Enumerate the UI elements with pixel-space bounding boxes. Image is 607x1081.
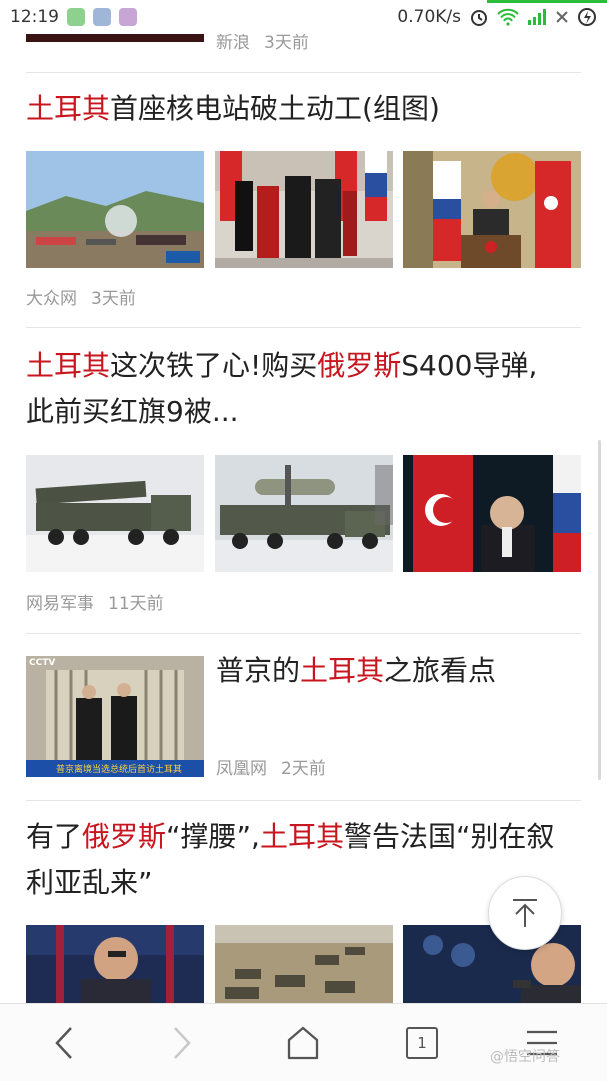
tabs-icon: 1 [406, 1027, 438, 1059]
article-thumbnail[interactable] [26, 455, 204, 572]
time-label: 2天前 [281, 759, 326, 779]
title-text: 此前买红旗9被... [26, 395, 239, 428]
time-label: 3天前 [264, 33, 309, 53]
article-title[interactable]: 普京的土耳其之旅看点 [216, 648, 586, 694]
title-text: “撑腰”, [166, 820, 260, 853]
home-button[interactable] [273, 1018, 333, 1068]
source-label: 网易军事 [26, 594, 94, 614]
wifi-icon [497, 8, 519, 26]
source-label: 大众网 [26, 289, 77, 309]
title-highlight: 俄罗斯 [317, 349, 402, 382]
status-bar: 12:19 0.70K/s [0, 0, 607, 34]
partial-thumbnail[interactable] [26, 34, 204, 42]
signal-icon [528, 9, 546, 25]
article-thumbnail[interactable] [215, 151, 393, 268]
scrollbar[interactable] [598, 440, 601, 780]
article-meta: 大众网 3天前 [26, 284, 136, 309]
home-icon [287, 1026, 319, 1060]
title-text: 这次铁了心!购买 [110, 349, 318, 382]
article-title[interactable]: 土耳其首座核电站破土动工(组图) [26, 86, 586, 132]
divider [26, 72, 581, 73]
channel-logo: CCTV [29, 658, 56, 668]
notification-app-icon [119, 8, 137, 26]
scroll-to-top-button[interactable] [488, 876, 562, 950]
status-indicators: 0.70K/s [397, 0, 597, 34]
title-highlight: 土耳其 [26, 92, 111, 125]
time-label: 11天前 [108, 594, 164, 614]
back-button[interactable] [34, 1018, 94, 1068]
title-highlight: 土耳其 [259, 820, 344, 853]
thumbnail-caption: 普京离境当选总统后首访土耳其 [56, 765, 183, 775]
article-thumbnail[interactable] [403, 455, 581, 572]
title-text: S400导弹, [401, 349, 538, 382]
article-thumbnail[interactable] [403, 925, 581, 1003]
article-thumbnail[interactable] [215, 925, 393, 1003]
article-thumbnail[interactable] [26, 151, 204, 268]
article-thumbnail[interactable] [403, 151, 581, 268]
article-thumbnail[interactable]: CCTV 普京离境当选总统后首访土耳其 [26, 656, 204, 777]
no-signal-icon [556, 11, 568, 23]
status-time: 12:19 [10, 7, 59, 27]
title-text: 之旅看点 [384, 654, 497, 687]
time-label: 3天前 [91, 289, 136, 309]
alarm-icon [471, 10, 487, 26]
title-text: 首座核电站破土动工(组图) [110, 92, 440, 125]
watermark: @悟空问答 [490, 1049, 560, 1065]
title-text: 普京的 [216, 654, 301, 687]
tabs-button[interactable]: 1 [392, 1018, 452, 1068]
divider [26, 800, 581, 801]
back-icon [55, 1027, 72, 1059]
source-label: 新浪 [216, 33, 250, 53]
scroll-top-icon [513, 899, 537, 927]
title-text: 利亚乱来” [26, 866, 153, 899]
title-highlight: 土耳其 [300, 654, 385, 687]
title-text: 警告法国“别在叙 [343, 820, 555, 853]
title-highlight: 俄罗斯 [82, 820, 167, 853]
title-text: 有了 [26, 820, 83, 853]
article-thumbnail[interactable] [215, 455, 393, 572]
thumbnail-image [26, 656, 204, 777]
divider [26, 633, 581, 634]
source-label: 凤凰网 [216, 759, 267, 779]
divider [26, 327, 581, 328]
net-speed: 0.70K/s [397, 7, 461, 27]
article-title[interactable]: 土耳其这次铁了心!购买俄罗斯S400导弹, 此前买红旗9被... [26, 343, 586, 435]
article-thumbnail[interactable] [26, 925, 204, 1003]
page-load-progress [487, 0, 607, 3]
title-highlight: 土耳其 [26, 349, 111, 382]
notification-app-icon [67, 8, 85, 26]
bottom-nav-bar: 1 [0, 1003, 607, 1081]
notification-app-icon [93, 8, 111, 26]
forward-button[interactable] [152, 1018, 212, 1068]
forward-icon [174, 1027, 191, 1059]
battery-icon [578, 8, 596, 26]
article-meta: 凤凰网 2天前 [216, 754, 326, 779]
article-meta: 网易军事 11天前 [26, 589, 164, 614]
